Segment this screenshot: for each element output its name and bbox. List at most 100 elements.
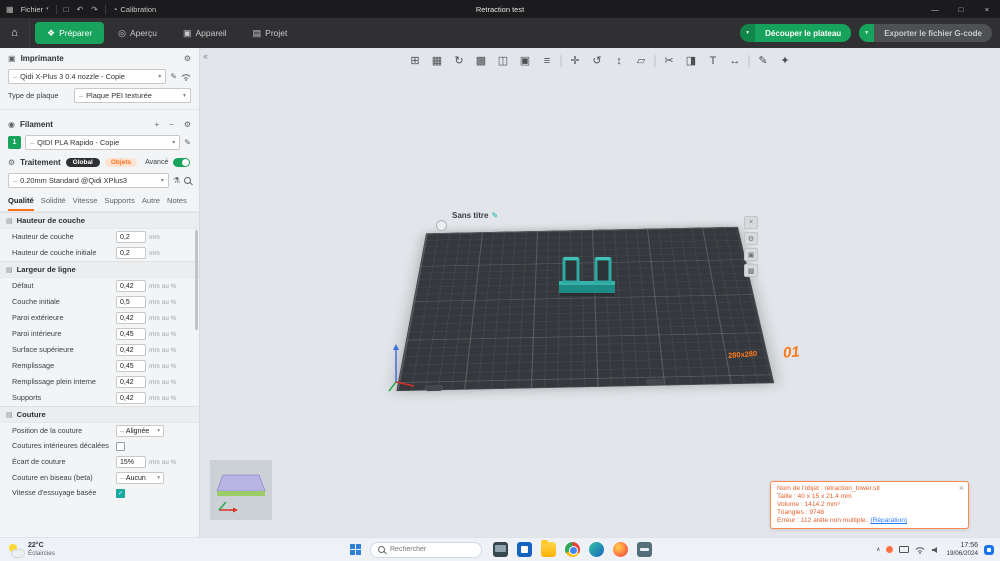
auto-orient-icon[interactable]: ↻ (451, 52, 468, 69)
start-button[interactable] (350, 544, 361, 555)
tab-solidite[interactable]: Solidité (41, 196, 66, 211)
process-preset-select[interactable]: 0.20mm Standard @Qidi XPlus3 (8, 173, 169, 188)
screen-cast-icon[interactable] (899, 546, 909, 554)
param-checkbox[interactable] (116, 442, 125, 451)
tab-projet[interactable]: ▤ Projet (241, 22, 300, 44)
add-icon[interactable]: ⊞ (407, 52, 424, 69)
minimize-icon[interactable]: — (922, 0, 948, 18)
search-input[interactable] (390, 546, 470, 553)
export-gcode-button[interactable]: ▾ Exporter le fichier G-code (859, 24, 992, 42)
param-input[interactable]: 0,42 (116, 344, 146, 356)
volume-icon[interactable] (931, 546, 940, 554)
search-preset-icon[interactable] (184, 177, 191, 184)
plate-thumbnail[interactable] (210, 460, 272, 520)
variable-layer-icon[interactable]: ≡ (539, 52, 556, 69)
param-input[interactable]: 0,42 (116, 392, 146, 404)
param-input[interactable]: 0,42 (116, 376, 146, 388)
text-icon[interactable]: T (705, 52, 722, 69)
tab-preparer[interactable]: ❖ Préparer (35, 22, 104, 44)
printer-settings-icon[interactable]: ⚙ (184, 54, 191, 63)
filament-slot-badge[interactable]: 1 (8, 136, 21, 149)
clock-widget[interactable]: 17:56 19/06/2024 (946, 542, 978, 557)
param-input[interactable]: Alignée (116, 425, 164, 437)
cut-icon[interactable]: ✂ (661, 52, 678, 69)
param-input[interactable]: 0,2 (116, 247, 146, 259)
filament-select[interactable]: QIDI PLA Rapido - Copie (25, 135, 180, 150)
split-objects-icon[interactable]: ◫ (495, 52, 512, 69)
tab-autre[interactable]: Autre (142, 196, 160, 211)
rotate-icon[interactable]: ↺ (589, 52, 606, 69)
file-explorer-icon[interactable] (541, 542, 556, 557)
monitor-app-icon[interactable] (493, 542, 508, 557)
param-input[interactable]: Aucun (116, 472, 164, 484)
taskbar-search[interactable] (370, 542, 482, 558)
param-input[interactable]: 0,2 (116, 231, 146, 243)
param-input[interactable]: 0,45 (116, 360, 146, 372)
param-input[interactable]: 0,42 (116, 280, 146, 292)
param-checkbox[interactable] (116, 489, 125, 498)
param-input[interactable]: 0,42 (116, 312, 146, 324)
plate-lock-icon[interactable]: ▣ (744, 248, 758, 261)
chrome-icon[interactable] (565, 542, 580, 557)
qidi-slicer-icon[interactable] (637, 542, 652, 557)
mirror-icon[interactable]: ◨ (683, 52, 700, 69)
tab-appareil[interactable]: ▣ Appareil (171, 22, 239, 44)
printer-select[interactable]: Qidi X-Plus 3 0.4 nozzle - Copie (8, 69, 166, 84)
paint-icon[interactable]: ✎ (755, 52, 772, 69)
repair-link[interactable]: (Réparation) (870, 517, 907, 525)
edit-filament-icon[interactable]: ✎ (184, 138, 191, 147)
calibration-menu[interactable]: ◔ Calibration (113, 5, 156, 14)
scale-icon[interactable]: ↕ (611, 52, 628, 69)
close-icon[interactable]: × (974, 0, 1000, 18)
remove-filament-icon[interactable]: − (169, 120, 174, 129)
plate-arrange-icon[interactable]: ▩ (744, 264, 758, 277)
redo-icon[interactable]: ↷ (91, 5, 98, 14)
preset-flask-icon[interactable]: ⚗ (173, 176, 180, 185)
param-input[interactable]: 15% (116, 456, 146, 468)
teams-icon[interactable] (517, 542, 532, 557)
plate-settings-icon[interactable]: ⚙ (744, 232, 758, 245)
hidden-icons-chevron[interactable]: ∧ (876, 546, 880, 553)
maximize-icon[interactable]: □ (948, 0, 974, 18)
wifi-icon[interactable] (915, 546, 925, 554)
seam-icon[interactable]: ✦ (777, 52, 794, 69)
move-icon[interactable]: ✛ (567, 52, 584, 69)
flatten-icon[interactable]: ▱ (633, 52, 650, 69)
edit-title-icon[interactable]: ✎ (491, 211, 498, 220)
notification-bell-icon[interactable] (984, 545, 994, 555)
tab-apercu[interactable]: ◎ Aperçu (106, 22, 169, 44)
model-object[interactable] (555, 253, 619, 301)
chevron-down-icon[interactable]: ▾ (859, 24, 874, 42)
tab-supports[interactable]: Supports (104, 196, 134, 211)
collapse-sidebar-icon[interactable]: « (203, 51, 208, 61)
tray-status-icon[interactable] (886, 546, 893, 553)
app-menu-icon[interactable]: ▦ (6, 5, 14, 14)
plate-close-icon[interactable]: × (744, 216, 758, 229)
tab-notes[interactable]: Notes (167, 196, 187, 211)
param-input[interactable]: 0,45 (116, 328, 146, 340)
add-filament-icon[interactable]: + (154, 120, 159, 129)
add-plate-icon[interactable]: ▦ (429, 52, 446, 69)
wifi-icon[interactable] (181, 73, 191, 81)
undo-icon[interactable]: ↶ (76, 5, 83, 14)
scene-title[interactable]: Sans titre ✎ (452, 211, 498, 220)
plate-view-icon[interactable]: □ (64, 5, 69, 14)
build-plate[interactable] (396, 227, 774, 391)
edge-icon[interactable] (589, 542, 604, 557)
group-header[interactable]: Hauteur de couche (0, 212, 199, 229)
home-button[interactable]: ⌂ (0, 18, 30, 48)
measure-icon[interactable]: ↔ (727, 52, 744, 69)
arrange-icon[interactable]: ▩ (473, 52, 490, 69)
param-input[interactable]: 0,5 (116, 296, 146, 308)
process-global-toggle[interactable]: Global (66, 158, 100, 167)
file-menu[interactable]: Fichier ▾ (21, 5, 49, 14)
slice-plate-button[interactable]: ▾ Découper le plateau (740, 24, 851, 42)
weather-widget[interactable]: 22°C Éclaircies (0, 542, 55, 557)
split-parts-icon[interactable]: ▣ (517, 52, 534, 69)
close-icon[interactable]: × (959, 483, 964, 493)
group-header[interactable]: Largeur de ligne (0, 261, 199, 278)
edit-printer-icon[interactable]: ✎ (170, 72, 177, 81)
advanced-toggle[interactable] (173, 158, 190, 167)
filament-settings-icon[interactable]: ⚙ (184, 120, 191, 129)
sidebar-scrollbar[interactable] (195, 230, 198, 330)
